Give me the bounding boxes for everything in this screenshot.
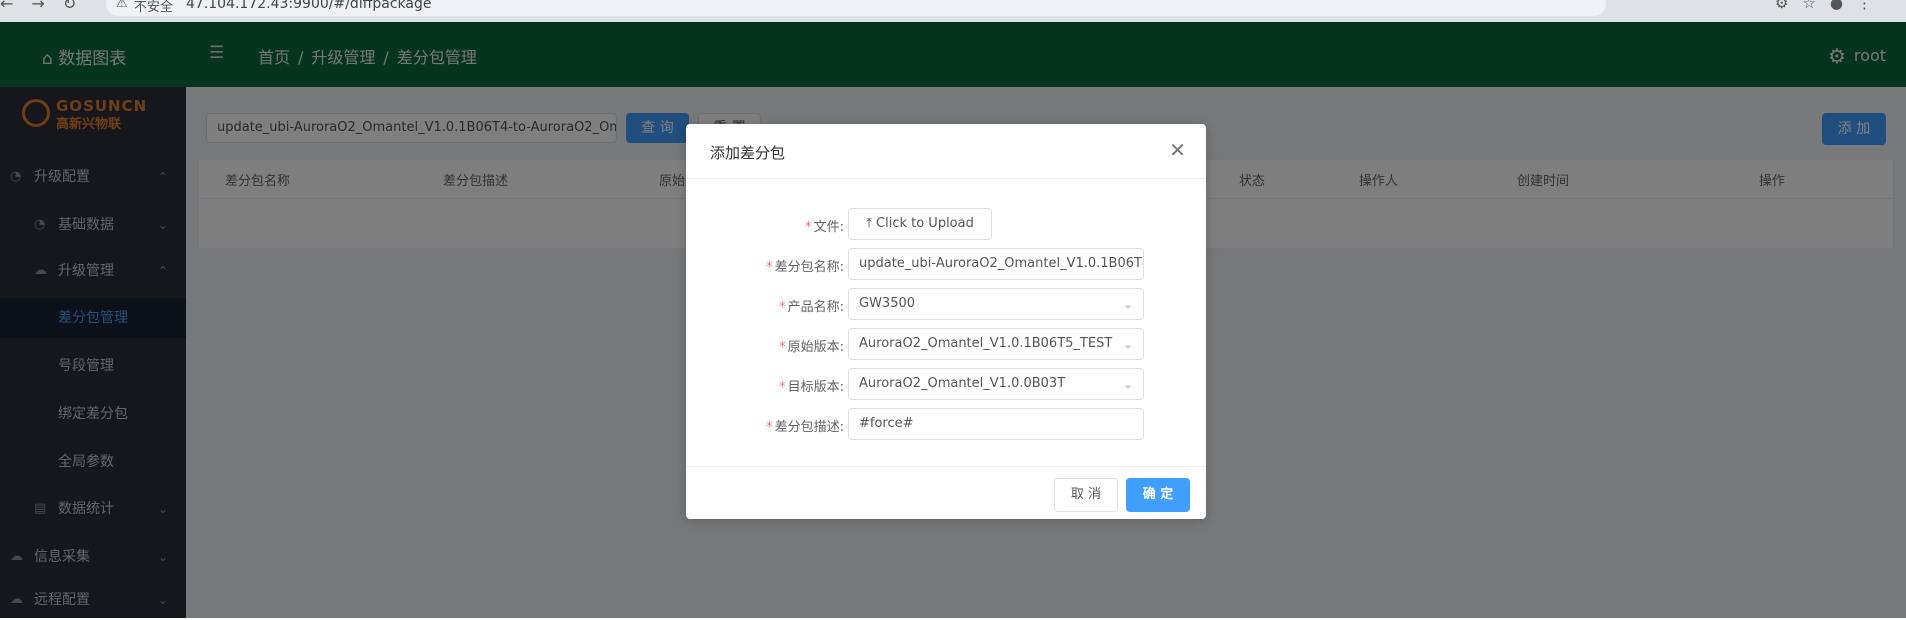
product-label: * 产品名称: <box>779 296 844 315</box>
product-row: * 产品名称: GW3500 ⌄ <box>686 288 1206 320</box>
reload-icon[interactable]: ↻ <box>63 0 94 13</box>
dialog-divider <box>686 466 1206 467</box>
desc-row: * 差分包描述: #force# <box>686 408 1206 440</box>
target-label-text: 目标版本: <box>787 380 844 395</box>
origin-value: AuroraO2_Omantel_V1.0.1B06T5_TEST <box>859 336 1113 351</box>
upload-button[interactable]: ⤒ Click to Upload <box>848 208 992 240</box>
chevron-down-icon: ⌄ <box>1122 297 1133 311</box>
required-mark: * <box>805 220 812 235</box>
required-mark: * <box>779 300 786 315</box>
required-mark: * <box>766 420 773 435</box>
forward-icon[interactable]: → <box>31 0 62 13</box>
origin-label-text: 原始版本: <box>787 340 844 355</box>
required-mark: * <box>779 380 786 395</box>
chevron-down-icon: ⌄ <box>1122 377 1133 391</box>
back-icon[interactable]: ← <box>0 0 31 13</box>
target-row: * 目标版本: AuroraO2_Omantel_V1.0.0B03T ⌄ <box>686 368 1206 400</box>
security-label[interactable]: 不安全 <box>134 0 173 15</box>
browser-nav: ←→↻ <box>0 0 94 13</box>
target-label: * 目标版本: <box>779 376 844 395</box>
name-row: * 差分包名称: update_ubi-AuroraO2_Omantel_V1.0… <box>686 248 1206 280</box>
bookmark-star-icon[interactable]: ☆ <box>1802 0 1829 12</box>
add-diff-package-dialog: 添加差分包 ✕ * 文件: ⤒ Click to Upload * 差分包名称: u… <box>686 124 1206 519</box>
close-icon[interactable]: ✕ <box>1169 138 1186 162</box>
product-select[interactable]: GW3500 ⌄ <box>848 288 1144 320</box>
origin-version-select[interactable]: AuroraO2_Omantel_V1.0.1B06T5_TEST ⌄ <box>848 328 1144 360</box>
desc-label: * 差分包描述: <box>766 416 844 435</box>
upload-icon: ⤒ <box>866 216 872 231</box>
menu-dots-icon[interactable]: ⋮ <box>1857 0 1886 12</box>
package-name-input[interactable]: update_ubi-AuroraO2_Omantel_V1.0.1B06T4 <box>848 248 1144 280</box>
name-label: * 差分包名称: <box>766 256 844 275</box>
package-desc-input[interactable]: #force# <box>848 408 1144 440</box>
file-label-text: 文件: <box>813 220 844 235</box>
browser-actions: ⚙☆●⋮ <box>1775 0 1886 12</box>
file-row: * 文件: ⤒ Click to Upload <box>686 208 1206 240</box>
required-mark: * <box>766 260 773 275</box>
file-label: * 文件: <box>805 216 844 235</box>
url-text[interactable]: 47.104.172.43:9900/#/diffpackage <box>186 0 431 12</box>
desc-label-text: 差分包描述: <box>774 420 844 435</box>
origin-row: * 原始版本: AuroraO2_Omantel_V1.0.1B06T5_TEST… <box>686 328 1206 360</box>
address-bar[interactable]: ⚠ 不安全 47.104.172.43:9900/#/diffpackage <box>106 0 1606 16</box>
confirm-button[interactable]: 确 定 <box>1126 478 1190 512</box>
dialog-title: 添加差分包 <box>710 144 786 162</box>
cancel-button[interactable]: 取 消 <box>1054 478 1118 512</box>
extension-icon[interactable]: ⚙ <box>1775 0 1802 12</box>
name-label-text: 差分包名称: <box>774 260 844 275</box>
warning-icon[interactable]: ⚠ <box>116 0 128 11</box>
chevron-down-icon: ⌄ <box>1122 337 1133 351</box>
target-version-select[interactable]: AuroraO2_Omantel_V1.0.0B03T ⌄ <box>848 368 1144 400</box>
product-value: GW3500 <box>859 296 916 311</box>
origin-label: * 原始版本: <box>779 336 844 355</box>
upload-button-label: Click to Upload <box>876 216 974 231</box>
browser-toolbar: ←→↻ ⚠ 不安全 47.104.172.43:9900/#/diffpacka… <box>0 0 1906 22</box>
dialog-divider <box>686 178 1206 179</box>
product-label-text: 产品名称: <box>787 300 844 315</box>
profile-icon[interactable]: ● <box>1830 0 1857 12</box>
required-mark: * <box>779 340 786 355</box>
target-value: AuroraO2_Omantel_V1.0.0B03T <box>859 376 1066 391</box>
